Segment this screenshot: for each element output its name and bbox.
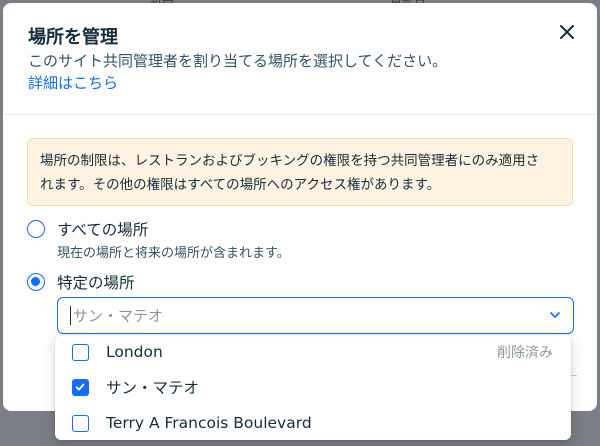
radio-all-locations[interactable]: すべての場所 現在の場所と将来の場所が含まれます。 [27, 218, 290, 261]
radio-all-label: すべての場所 [57, 221, 149, 239]
radio-button-all[interactable] [27, 220, 45, 238]
restriction-notice: 場所の制限は、レストランおよびブッキングの権限を持つ共同管理者にのみ適用さ れま… [27, 138, 573, 206]
radio-button-specific[interactable] [27, 273, 45, 291]
radio-specific-label: 特定の場所 [57, 274, 135, 292]
option-label: サン・マテオ [106, 379, 200, 397]
dropdown-option-san-mateo[interactable]: サン・マテオ [55, 370, 571, 404]
option-label: London [106, 343, 163, 361]
location-dropdown: London 削除済み サン・マテオ Terry A Francois Boul… [55, 335, 571, 440]
radio-all-description: 現在の場所と将来の場所が含まれます。 [57, 246, 290, 261]
dropdown-option-london[interactable]: London 削除済み [55, 335, 571, 369]
checkbox-london[interactable] [72, 343, 89, 361]
option-label: Terry A Francois Boulevard [106, 414, 312, 432]
modal-title: 場所を管理 [28, 27, 118, 48]
modal-header: 場所を管理 このサイト共同管理者を割り当てる場所を選択してください。 詳細はこち… [3, 3, 597, 115]
location-select[interactable] [57, 297, 574, 334]
dropdown-option-terry-a-francois[interactable]: Terry A Francois Boulevard [55, 406, 571, 440]
checkmark-icon [75, 383, 85, 390]
close-icon [560, 25, 574, 39]
modal-subtitle: このサイト共同管理者を割り当てる場所を選択してください。 [28, 52, 448, 70]
deleted-tag: 削除済み [497, 345, 553, 361]
text-caret [70, 306, 71, 325]
notice-line-2: れます。その他の権限はすべての場所へのアクセス権があります。 [40, 177, 441, 193]
checkbox-san-mateo[interactable] [72, 378, 89, 396]
radio-specific-locations[interactable]: 特定の場所 [27, 271, 135, 293]
notice-line-1: 場所の制限は、レストランおよびブッキングの権限を持つ共同管理者にのみ適用さ [40, 153, 540, 169]
learn-more-link[interactable]: 詳細はこちら [28, 72, 118, 93]
checkbox-terry-a-francois[interactable] [72, 414, 89, 432]
location-search-input[interactable] [73, 306, 513, 325]
close-button[interactable] [556, 21, 578, 43]
chevron-down-icon[interactable] [548, 308, 562, 322]
